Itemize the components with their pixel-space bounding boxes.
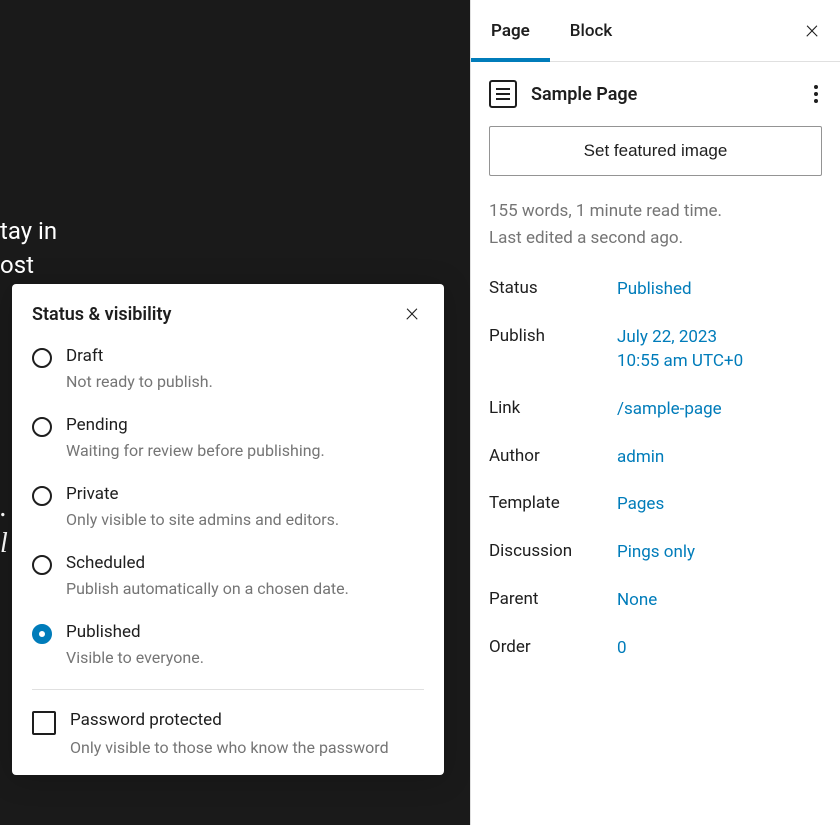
option-label: Scheduled: [66, 553, 349, 573]
editor-canvas: tay in ost . l Status & visibility Draft…: [0, 0, 470, 825]
last-edited: Last edited a second ago.: [489, 225, 822, 252]
popover-title: Status & visibility: [32, 304, 171, 325]
summary-row-status: Status Published: [489, 278, 822, 302]
option-label: Pending: [66, 415, 325, 435]
page-meta: 155 words, 1 minute read time. Last edit…: [489, 198, 822, 252]
status-option-scheduled[interactable]: Scheduled Publish automatically on a cho…: [32, 553, 424, 598]
status-visibility-popover: Status & visibility Draft Not ready to p…: [12, 284, 444, 775]
summary-label: Status: [489, 278, 617, 302]
checkbox-icon: [32, 711, 56, 735]
option-label: Private: [66, 484, 339, 504]
password-protected-option[interactable]: Password protected Only visible to those…: [32, 710, 424, 757]
close-icon: [403, 305, 421, 323]
sidebar-body: Sample Page Set featured image 155 words…: [471, 62, 840, 703]
summary-label: Link: [489, 398, 617, 422]
discussion-value[interactable]: Pings only: [617, 541, 695, 565]
close-popover-button[interactable]: [400, 302, 424, 326]
checkbox-label: Password protected: [70, 710, 389, 730]
status-option-private[interactable]: Private Only visible to site admins and …: [32, 484, 424, 529]
summary-label: Author: [489, 446, 617, 470]
option-label: Published: [66, 622, 204, 642]
close-sidebar-button[interactable]: [800, 19, 824, 43]
page-header: Sample Page: [489, 80, 822, 108]
summary-row-author: Author admin: [489, 446, 822, 470]
summary-row-publish: Publish July 22, 2023 10:55 am UTC+0: [489, 326, 822, 374]
editor-bg-text-italic: . l: [0, 490, 8, 563]
radio-icon: [32, 417, 52, 437]
sidebar-tabs: Page Block: [471, 0, 840, 62]
option-desc: Only visible to site admins and editors.: [66, 510, 339, 529]
summary-row-link: Link /sample-page: [489, 398, 822, 422]
status-option-draft[interactable]: Draft Not ready to publish.: [32, 346, 424, 391]
publish-value[interactable]: July 22, 2023 10:55 am UTC+0: [617, 326, 743, 374]
summary-label: Template: [489, 493, 617, 517]
radio-icon-selected: [32, 624, 52, 644]
radio-icon: [32, 486, 52, 506]
status-options: Draft Not ready to publish. Pending Wait…: [32, 346, 424, 667]
option-desc: Waiting for review before publishing.: [66, 441, 325, 460]
order-value[interactable]: 0: [617, 637, 627, 661]
template-value[interactable]: Pages: [617, 493, 664, 517]
editor-bg-text: tay in ost: [0, 215, 57, 282]
summary-row-order: Order 0: [489, 637, 822, 661]
page-icon: [489, 80, 517, 108]
close-icon: [803, 22, 821, 40]
checkbox-desc: Only visible to those who know the passw…: [70, 738, 389, 757]
status-option-published[interactable]: Published Visible to everyone.: [32, 622, 424, 667]
status-value[interactable]: Published: [617, 278, 692, 302]
divider: [32, 689, 424, 690]
tab-block[interactable]: Block: [550, 1, 632, 61]
summary-label: Discussion: [489, 541, 617, 565]
option-label: Draft: [66, 346, 213, 366]
page-title: Sample Page: [531, 84, 637, 105]
settings-sidebar: Page Block Sample Page Set featured imag…: [470, 0, 840, 825]
word-count: 155 words, 1 minute read time.: [489, 198, 822, 225]
status-option-pending[interactable]: Pending Waiting for review before publis…: [32, 415, 424, 460]
summary-label: Publish: [489, 326, 617, 374]
option-desc: Visible to everyone.: [66, 648, 204, 667]
radio-icon: [32, 348, 52, 368]
popover-header: Status & visibility: [32, 302, 424, 326]
summary-label: Parent: [489, 589, 617, 613]
radio-icon: [32, 555, 52, 575]
set-featured-image-button[interactable]: Set featured image: [489, 126, 822, 176]
summary-label: Order: [489, 637, 617, 661]
parent-value[interactable]: None: [617, 589, 657, 613]
link-value[interactable]: /sample-page: [617, 398, 722, 422]
option-desc: Publish automatically on a chosen date.: [66, 579, 349, 598]
tab-page[interactable]: Page: [471, 1, 550, 61]
summary-row-template: Template Pages: [489, 493, 822, 517]
more-options-button[interactable]: [810, 81, 822, 107]
summary-row-discussion: Discussion Pings only: [489, 541, 822, 565]
summary-row-parent: Parent None: [489, 589, 822, 613]
author-value[interactable]: admin: [617, 446, 664, 470]
option-desc: Not ready to publish.: [66, 372, 213, 391]
